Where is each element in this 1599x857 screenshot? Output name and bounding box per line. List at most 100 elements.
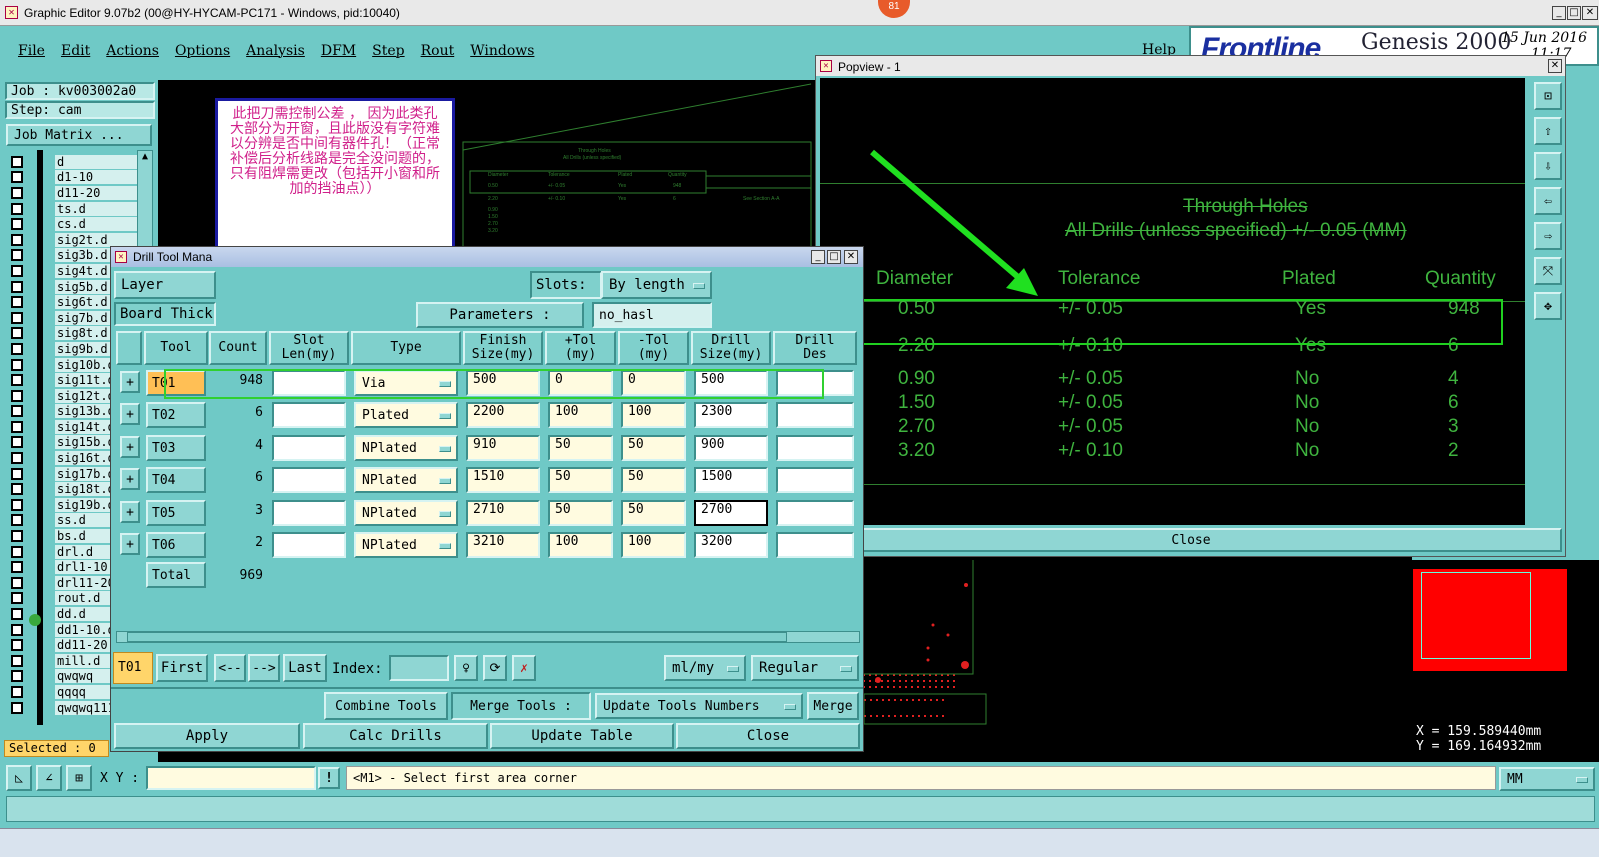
drill-des-input[interactable] [776,402,854,428]
drill-input[interactable]: 2300 [694,402,768,428]
menu-file[interactable]: File [18,43,45,59]
menu-actions[interactable]: Actions [106,43,159,59]
drill-close-button[interactable]: ✕ [844,250,858,264]
drill-input[interactable]: 2700 [694,500,768,526]
grid-icon[interactable]: ⊞ [66,765,92,791]
layer-name[interactable]: ts.d [55,201,137,216]
layer-name[interactable]: sig2t.d [55,232,137,247]
update-table-button[interactable]: Update Table [490,723,674,749]
ptol-input[interactable]: 0 [548,370,613,396]
layer-checkbox[interactable] [11,264,23,277]
layer-checkbox[interactable] [11,654,23,667]
parameters-field[interactable]: no_hasl [592,302,712,328]
apply-button[interactable]: Apply [114,723,300,749]
layer-checkbox[interactable] [11,296,23,309]
layer-checkbox[interactable] [11,670,23,683]
layer-checkbox[interactable] [11,498,23,511]
layer-checkbox[interactable] [11,327,23,340]
xy-input[interactable] [146,766,316,790]
layer-name[interactable]: d1-10 [55,170,137,185]
drill-close-action[interactable]: Close [676,723,860,749]
notification-badge[interactable]: 81 [878,0,910,18]
layer-label[interactable]: Layer [114,271,216,299]
minimize-button[interactable]: _ [1552,6,1566,20]
menu-options[interactable]: Options [175,43,230,59]
slots-dropdown[interactable]: By length [601,271,712,299]
layer-checkbox[interactable] [11,608,23,621]
layer-checkbox[interactable] [11,389,23,402]
layer-checkbox[interactable] [11,576,23,589]
lightbulb-icon[interactable]: ♀ [454,655,478,681]
layer-checkbox[interactable] [11,155,23,168]
menu-edit[interactable]: Edit [61,43,90,59]
last-button[interactable]: Last [283,654,327,682]
layer-row[interactable]: d1-10 [11,170,137,186]
scroll-up-icon[interactable]: ▲ [138,151,152,162]
zoom-in-icon[interactable]: ⤧ [1534,257,1562,285]
layer-checkbox[interactable] [11,280,23,293]
drill-des-input[interactable] [776,435,854,461]
units-dropdown[interactable]: ml/my [664,655,746,681]
layer-checkbox[interactable] [11,436,23,449]
pan-left-icon[interactable]: ⇦ [1534,187,1562,215]
merge-button[interactable]: Merge [807,692,859,720]
drill-input[interactable]: 900 [694,435,768,461]
expand-row-icon[interactable]: + [120,468,140,490]
ntol-input[interactable]: 100 [621,402,686,428]
next-button[interactable]: --> [248,654,280,682]
combine-tools-button[interactable]: Combine Tools [324,692,448,720]
menu-dfm[interactable]: DFM [321,43,356,59]
finish-input[interactable]: 2710 [466,500,540,526]
layer-row[interactable]: cs.d [11,216,137,232]
layer-row[interactable]: ts.d [11,201,137,217]
layer-checkbox[interactable] [11,467,23,480]
slot-length-input[interactable] [272,500,346,526]
close-button[interactable]: ✕ [1582,6,1598,20]
menu-analysis[interactable]: Analysis [246,43,305,59]
slot-length-input[interactable] [272,370,346,396]
layer-checkbox[interactable] [11,405,23,418]
ptol-input[interactable]: 100 [548,402,613,428]
tool-button[interactable]: T06 [146,532,206,558]
slot-length-input[interactable] [272,467,346,493]
layer-checkbox[interactable] [11,530,23,543]
layer-checkbox[interactable] [11,374,23,387]
layer-checkbox[interactable] [11,218,23,231]
finish-input[interactable]: 910 [466,435,540,461]
finish-input[interactable]: 2200 [466,402,540,428]
layer-checkbox[interactable] [11,342,23,355]
pan-down-icon[interactable]: ⇩ [1534,152,1562,180]
expand-row-icon[interactable]: + [120,533,140,555]
layer-name[interactable]: d [55,154,137,169]
layer-name[interactable]: cs.d [55,217,137,232]
tool-button[interactable]: T01 [146,370,206,396]
zoom-out-icon[interactable]: ✥ [1534,292,1562,320]
finish-input[interactable]: 1510 [466,467,540,493]
popview-close-button[interactable]: ✕ [1548,59,1562,73]
ntol-input[interactable]: 100 [621,532,686,558]
parameters-button[interactable]: Parameters : [416,302,584,328]
layer-checkbox[interactable] [11,186,23,199]
layer-row[interactable]: d [11,154,137,170]
zoom-fit-icon[interactable]: ⊡ [1534,82,1562,110]
layer-checkbox[interactable] [11,358,23,371]
layer-checkbox[interactable] [11,420,23,433]
type-dropdown[interactable]: NPlated [354,532,458,558]
type-dropdown[interactable]: NPlated [354,500,458,526]
pan-right-icon[interactable]: ⇨ [1534,222,1562,250]
unit-dropdown[interactable]: MM [1499,767,1595,791]
layer-checkbox[interactable] [11,685,23,698]
table-hscrollbar[interactable] [116,631,860,643]
layer-checkbox[interactable] [11,171,23,184]
drill-des-input[interactable] [776,467,854,493]
minimap[interactable] [1412,560,1599,718]
ptol-input[interactable]: 50 [548,467,613,493]
layer-checkbox[interactable] [11,623,23,636]
menu-windows[interactable]: Windows [470,43,534,59]
refresh-icon[interactable]: ⟳ [483,655,507,681]
tool-button[interactable]: T03 [146,435,206,461]
menu-rout[interactable]: Rout [421,43,455,59]
mode-dropdown[interactable]: Regular [751,655,859,681]
drill-input[interactable]: 1500 [694,467,768,493]
layer-checkbox[interactable] [11,545,23,558]
